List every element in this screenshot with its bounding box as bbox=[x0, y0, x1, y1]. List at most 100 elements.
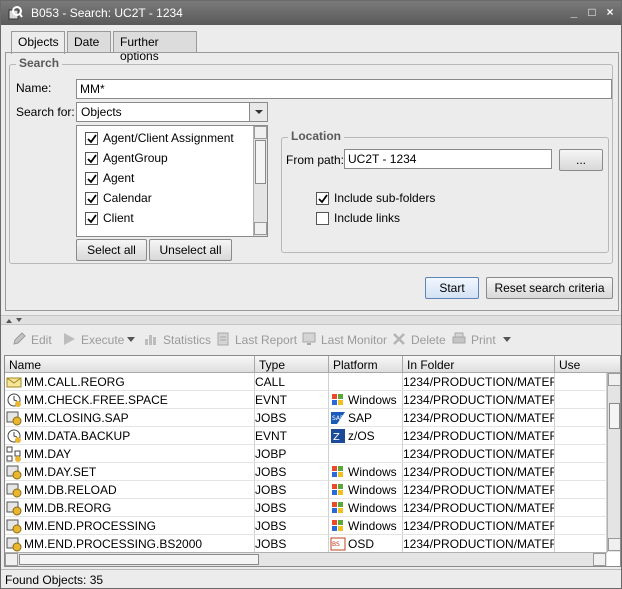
list-item[interactable]: Agent/Client Assignment bbox=[85, 128, 255, 148]
include-subfolders-checkbox[interactable] bbox=[316, 192, 329, 205]
cell-type: JOBS bbox=[255, 481, 329, 499]
tab-date[interactable]: Date bbox=[67, 31, 111, 53]
tab-further-options[interactable]: Further options bbox=[113, 31, 197, 63]
chevron-down-icon[interactable] bbox=[127, 337, 135, 342]
table-row[interactable]: MM.CHECK.FREE.SPACE EVNT Windows 1234/PRODU… bbox=[5, 391, 607, 409]
include-subfolders-label: Include sub-folders bbox=[334, 191, 436, 205]
event-icon bbox=[7, 393, 21, 407]
scroll-thumb[interactable] bbox=[609, 403, 620, 429]
tab-objects[interactable]: Objects bbox=[11, 31, 65, 54]
list-item[interactable]: Client bbox=[85, 208, 255, 228]
delete-button[interactable]: Delete bbox=[391, 331, 446, 349]
cell-type: JOBS bbox=[255, 409, 329, 427]
include-links-checkbox[interactable] bbox=[316, 212, 329, 225]
object-name: MM.END.PROCESSING.BS2000 bbox=[24, 537, 203, 551]
list-item-label: Agent/Client Assignment bbox=[103, 131, 234, 145]
cell-use bbox=[555, 463, 607, 481]
checkbox[interactable] bbox=[85, 132, 98, 145]
delete-label: Delete bbox=[411, 333, 446, 347]
maximize-button[interactable]: □ bbox=[585, 5, 599, 19]
unselect-all-button[interactable]: Unselect all bbox=[149, 239, 232, 261]
job-icon bbox=[6, 501, 22, 516]
column-header-type[interactable]: Type bbox=[255, 356, 329, 373]
cell-use bbox=[555, 409, 607, 427]
minimize-button[interactable]: _ bbox=[567, 5, 581, 19]
table-vertical-scrollbar[interactable] bbox=[607, 373, 620, 552]
object-folder: 1234/PRODUCTION/MATERI... bbox=[403, 411, 555, 425]
last-report-button[interactable]: Last Report bbox=[215, 331, 297, 349]
close-button[interactable]: × bbox=[603, 5, 617, 19]
browse-button[interactable]: ... bbox=[559, 149, 603, 171]
job-icon bbox=[6, 465, 22, 480]
chevron-down-icon[interactable] bbox=[249, 103, 267, 121]
cell-type: EVNT bbox=[255, 391, 329, 409]
edit-button[interactable]: Edit bbox=[11, 331, 53, 349]
object-type: CALL bbox=[255, 375, 286, 389]
tab-panel-objects: Search Name: Search for: Objects Agent/C… bbox=[5, 52, 619, 311]
table-row[interactable]: MM.DB.REORG JOBS Windows 1234/PRODUCTION/MA… bbox=[5, 499, 607, 517]
table-row[interactable]: MM.DAY JOBP 1234/PRODUCTION/MATERI... bbox=[5, 445, 607, 463]
from-path-input[interactable] bbox=[344, 149, 552, 169]
table-row[interactable]: MM.DATA.BACKUP EVNT Zz/OS 1234/PRODUCTION/M… bbox=[5, 427, 607, 445]
tab-objects-label: Objects bbox=[18, 35, 59, 49]
collapse-arrows-icon[interactable] bbox=[5, 317, 25, 324]
scroll-down-icon[interactable] bbox=[254, 222, 267, 235]
job-icon bbox=[6, 411, 22, 426]
scroll-thumb[interactable] bbox=[255, 140, 266, 184]
scroll-up-icon[interactable] bbox=[608, 373, 620, 386]
table-horizontal-scrollbar[interactable] bbox=[5, 552, 607, 566]
table-row[interactable]: MM.DB.RELOAD JOBS Windows 1234/PRODUCTION/M… bbox=[5, 481, 607, 499]
location-group: Location From path: ... Include sub-fold… bbox=[281, 129, 609, 253]
table-row[interactable]: MM.END.PROCESSING JOBS Windows 1234/PRODUCT… bbox=[5, 517, 607, 535]
object-type: JOBS bbox=[255, 483, 287, 497]
table-row[interactable]: MM.CLOSING.SAP JOBS SAP SAP 1234/PRODUCTION/… bbox=[5, 409, 607, 427]
print-button[interactable]: Print bbox=[451, 331, 513, 349]
include-subfolders-option[interactable]: Include sub-folders bbox=[316, 190, 476, 208]
include-links-option[interactable]: Include links bbox=[316, 210, 476, 228]
splitter[interactable] bbox=[1, 315, 621, 325]
reset-search-button[interactable]: Reset search criteria bbox=[486, 277, 613, 299]
column-header-folder[interactable]: In Folder bbox=[403, 356, 555, 373]
object-platform: Windows bbox=[348, 483, 397, 497]
cell-platform: Windows bbox=[329, 499, 403, 517]
checkbox[interactable] bbox=[85, 172, 98, 185]
last-monitor-button[interactable]: Last Monitor bbox=[301, 331, 387, 349]
object-type: JOBP bbox=[255, 447, 287, 461]
scroll-left-icon[interactable] bbox=[5, 553, 18, 566]
list-item-label: AgentGroup bbox=[103, 151, 168, 165]
table-row[interactable]: MM.END.PROCESSING.BS2000 JOBS BS OSD 1234/PR… bbox=[5, 535, 607, 553]
cell-folder: 1234/PRODUCTION/MATERI... bbox=[403, 427, 555, 445]
column-header-name[interactable]: Name bbox=[5, 356, 255, 373]
column-header-platform[interactable]: Platform bbox=[329, 356, 403, 373]
checkbox[interactable] bbox=[85, 212, 98, 225]
name-input[interactable] bbox=[76, 79, 612, 99]
list-item[interactable]: AgentGroup bbox=[85, 148, 255, 168]
execute-button[interactable]: Execute bbox=[61, 331, 135, 349]
scroll-right-icon[interactable] bbox=[593, 553, 606, 566]
list-item[interactable]: Agent bbox=[85, 168, 255, 188]
scroll-down-icon[interactable] bbox=[608, 538, 620, 551]
column-header-use[interactable]: Use bbox=[555, 356, 620, 373]
statistics-button[interactable]: Statistics bbox=[143, 331, 211, 349]
cell-name: MM.END.PROCESSING bbox=[5, 517, 255, 535]
object-platform: OSD bbox=[348, 537, 375, 551]
select-all-button[interactable]: Select all bbox=[76, 239, 147, 261]
table-row[interactable]: MM.CALL.REORG CALL 1234/PRODUCTION/MATERI.… bbox=[5, 373, 607, 391]
search-for-select[interactable]: Objects bbox=[76, 102, 268, 122]
scroll-up-icon[interactable] bbox=[254, 126, 267, 139]
start-button[interactable]: Start bbox=[425, 277, 479, 299]
object-list-scrollbar[interactable] bbox=[253, 126, 267, 236]
object-type: EVNT bbox=[255, 393, 288, 407]
job-icon bbox=[6, 537, 22, 552]
checkbox[interactable] bbox=[85, 152, 98, 165]
cell-use bbox=[555, 481, 607, 499]
bs2000-icon: BS bbox=[330, 537, 346, 551]
chevron-down-icon[interactable] bbox=[503, 337, 511, 342]
table-row[interactable]: MM.DAY.SET JOBS Windows 1234/PRODUCTION/MAT… bbox=[5, 463, 607, 481]
windows-icon bbox=[332, 484, 343, 495]
horizontal-scroll-thumb[interactable] bbox=[19, 554, 259, 565]
list-item[interactable]: Calendar bbox=[85, 188, 255, 208]
app-icon bbox=[8, 6, 23, 20]
svg-text:BS: BS bbox=[332, 541, 340, 548]
checkbox[interactable] bbox=[85, 192, 98, 205]
